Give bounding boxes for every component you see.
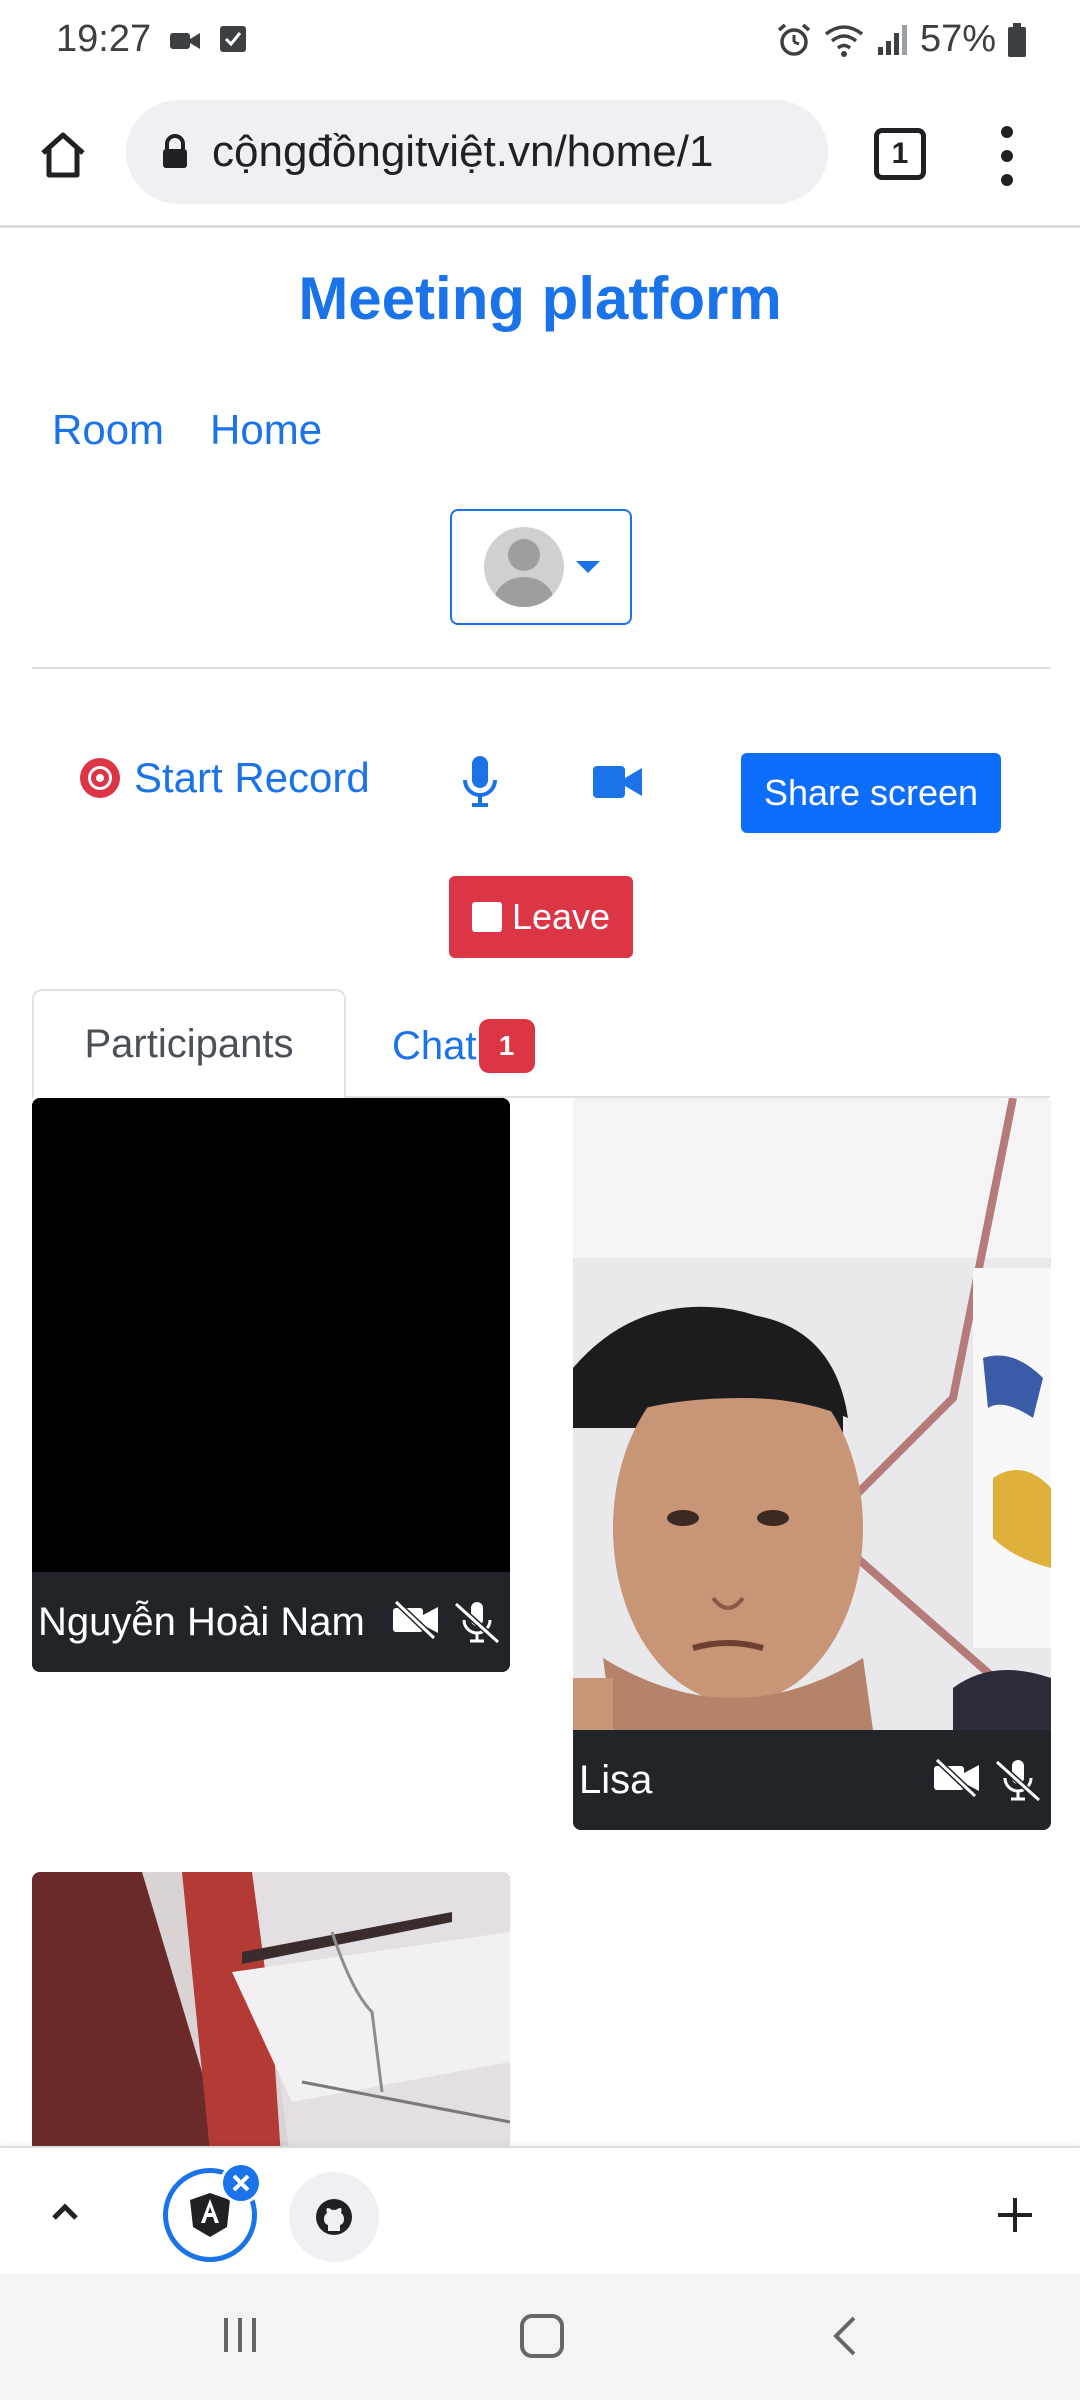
more-vert-icon (1001, 126, 1013, 138)
participant-video (32, 1098, 510, 1572)
tab-participants[interactable]: Participants (32, 989, 346, 1099)
start-record-button[interactable]: Start Record (80, 754, 370, 802)
alarm-icon (777, 23, 811, 56)
divider (32, 667, 1050, 669)
address-bar[interactable]: cộngđồngitviệt.vn/home/1 (126, 100, 828, 204)
system-back-button[interactable] (826, 2314, 866, 2358)
participant-tile: Nguyễn Hoài Nam (32, 1098, 510, 1672)
start-record-label: Start Record (134, 754, 370, 801)
plus-icon (998, 2198, 1032, 2232)
recent-apps-button[interactable] (220, 2314, 260, 2356)
video-off-icon (393, 1600, 438, 1640)
mic-off-icon (994, 1759, 1042, 1802)
expand-tab-group-button[interactable] (40, 2188, 90, 2238)
participant-tile (32, 1872, 510, 2172)
system-navigation-bar (0, 2274, 1080, 2400)
caret-down-icon (576, 561, 600, 573)
browser-home-button[interactable] (28, 120, 98, 190)
battery-icon (1008, 22, 1026, 57)
tab-chat-label: Chat (392, 1023, 477, 1068)
browser-menu-button[interactable] (984, 126, 1030, 186)
home-icon (41, 132, 85, 178)
close-icon (232, 2174, 250, 2192)
stop-icon (471, 902, 502, 932)
user-menu-dropdown[interactable] (450, 509, 632, 625)
new-tab-button[interactable] (990, 2190, 1040, 2240)
lock-icon (163, 134, 187, 168)
checkbox-icon (220, 26, 246, 52)
video-off-icon (934, 1758, 979, 1798)
participant-video (573, 1098, 1051, 1730)
url-text: cộngđồngitviệt.vn/home/1 (212, 127, 714, 176)
signal-icon (877, 24, 907, 55)
avatar (484, 527, 564, 607)
mic-off-icon (453, 1601, 501, 1644)
status-system-icons: 57% (776, 18, 1028, 61)
nav-home-link[interactable]: Home (210, 406, 322, 454)
chat-unread-badge: 1 (478, 1019, 535, 1073)
participant-name: Lisa (579, 1757, 653, 1802)
camera-icon (593, 766, 642, 798)
nav-room-link[interactable]: Room (52, 406, 164, 454)
participant-name-bar: Nguyễn Hoài Nam (32, 1572, 510, 1672)
tab-group-bar (0, 2146, 1080, 2274)
status-time: 19:27 (56, 18, 152, 60)
system-home-button[interactable] (520, 2314, 564, 2358)
microphone-icon (463, 756, 497, 807)
status-notification-icons (168, 24, 248, 58)
microphone-button[interactable] (460, 754, 500, 810)
battery-percent: 57% (919, 18, 996, 60)
leave-button[interactable]: Leave (449, 876, 633, 958)
main-nav: Room Home (52, 406, 322, 454)
share-screen-button[interactable]: Share screen (741, 753, 1001, 833)
github-icon (316, 2199, 352, 2235)
camera-button[interactable] (592, 762, 644, 802)
participant-name: Nguyễn Hoài Nam (38, 1599, 365, 1644)
tab-switcher-button[interactable]: 1 (874, 128, 926, 180)
wifi-icon (824, 24, 864, 57)
browser-toolbar: cộngđồngitviệt.vn/home/1 1 (0, 90, 1080, 228)
participant-tile: Lisa (573, 1098, 1051, 1830)
participant-video (32, 1872, 510, 2172)
close-tab-button[interactable] (220, 2162, 262, 2204)
meeting-controls: Start Record Share screen (0, 742, 1080, 833)
video-call-icon (170, 33, 200, 49)
tab-chat[interactable]: Chat 1 (392, 1019, 535, 1073)
chevron-up-icon (52, 2203, 78, 2220)
status-bar: 19:27 57% (0, 0, 1080, 80)
leave-label: Leave (511, 896, 611, 937)
tab-group-github[interactable] (289, 2172, 379, 2262)
participant-name-bar: Lisa (573, 1730, 1051, 1830)
record-icon (80, 758, 120, 798)
meeting-tabs: Participants Chat 1 (32, 989, 1050, 1099)
angular-icon (190, 2193, 230, 2237)
page-title: Meeting platform (298, 265, 782, 332)
